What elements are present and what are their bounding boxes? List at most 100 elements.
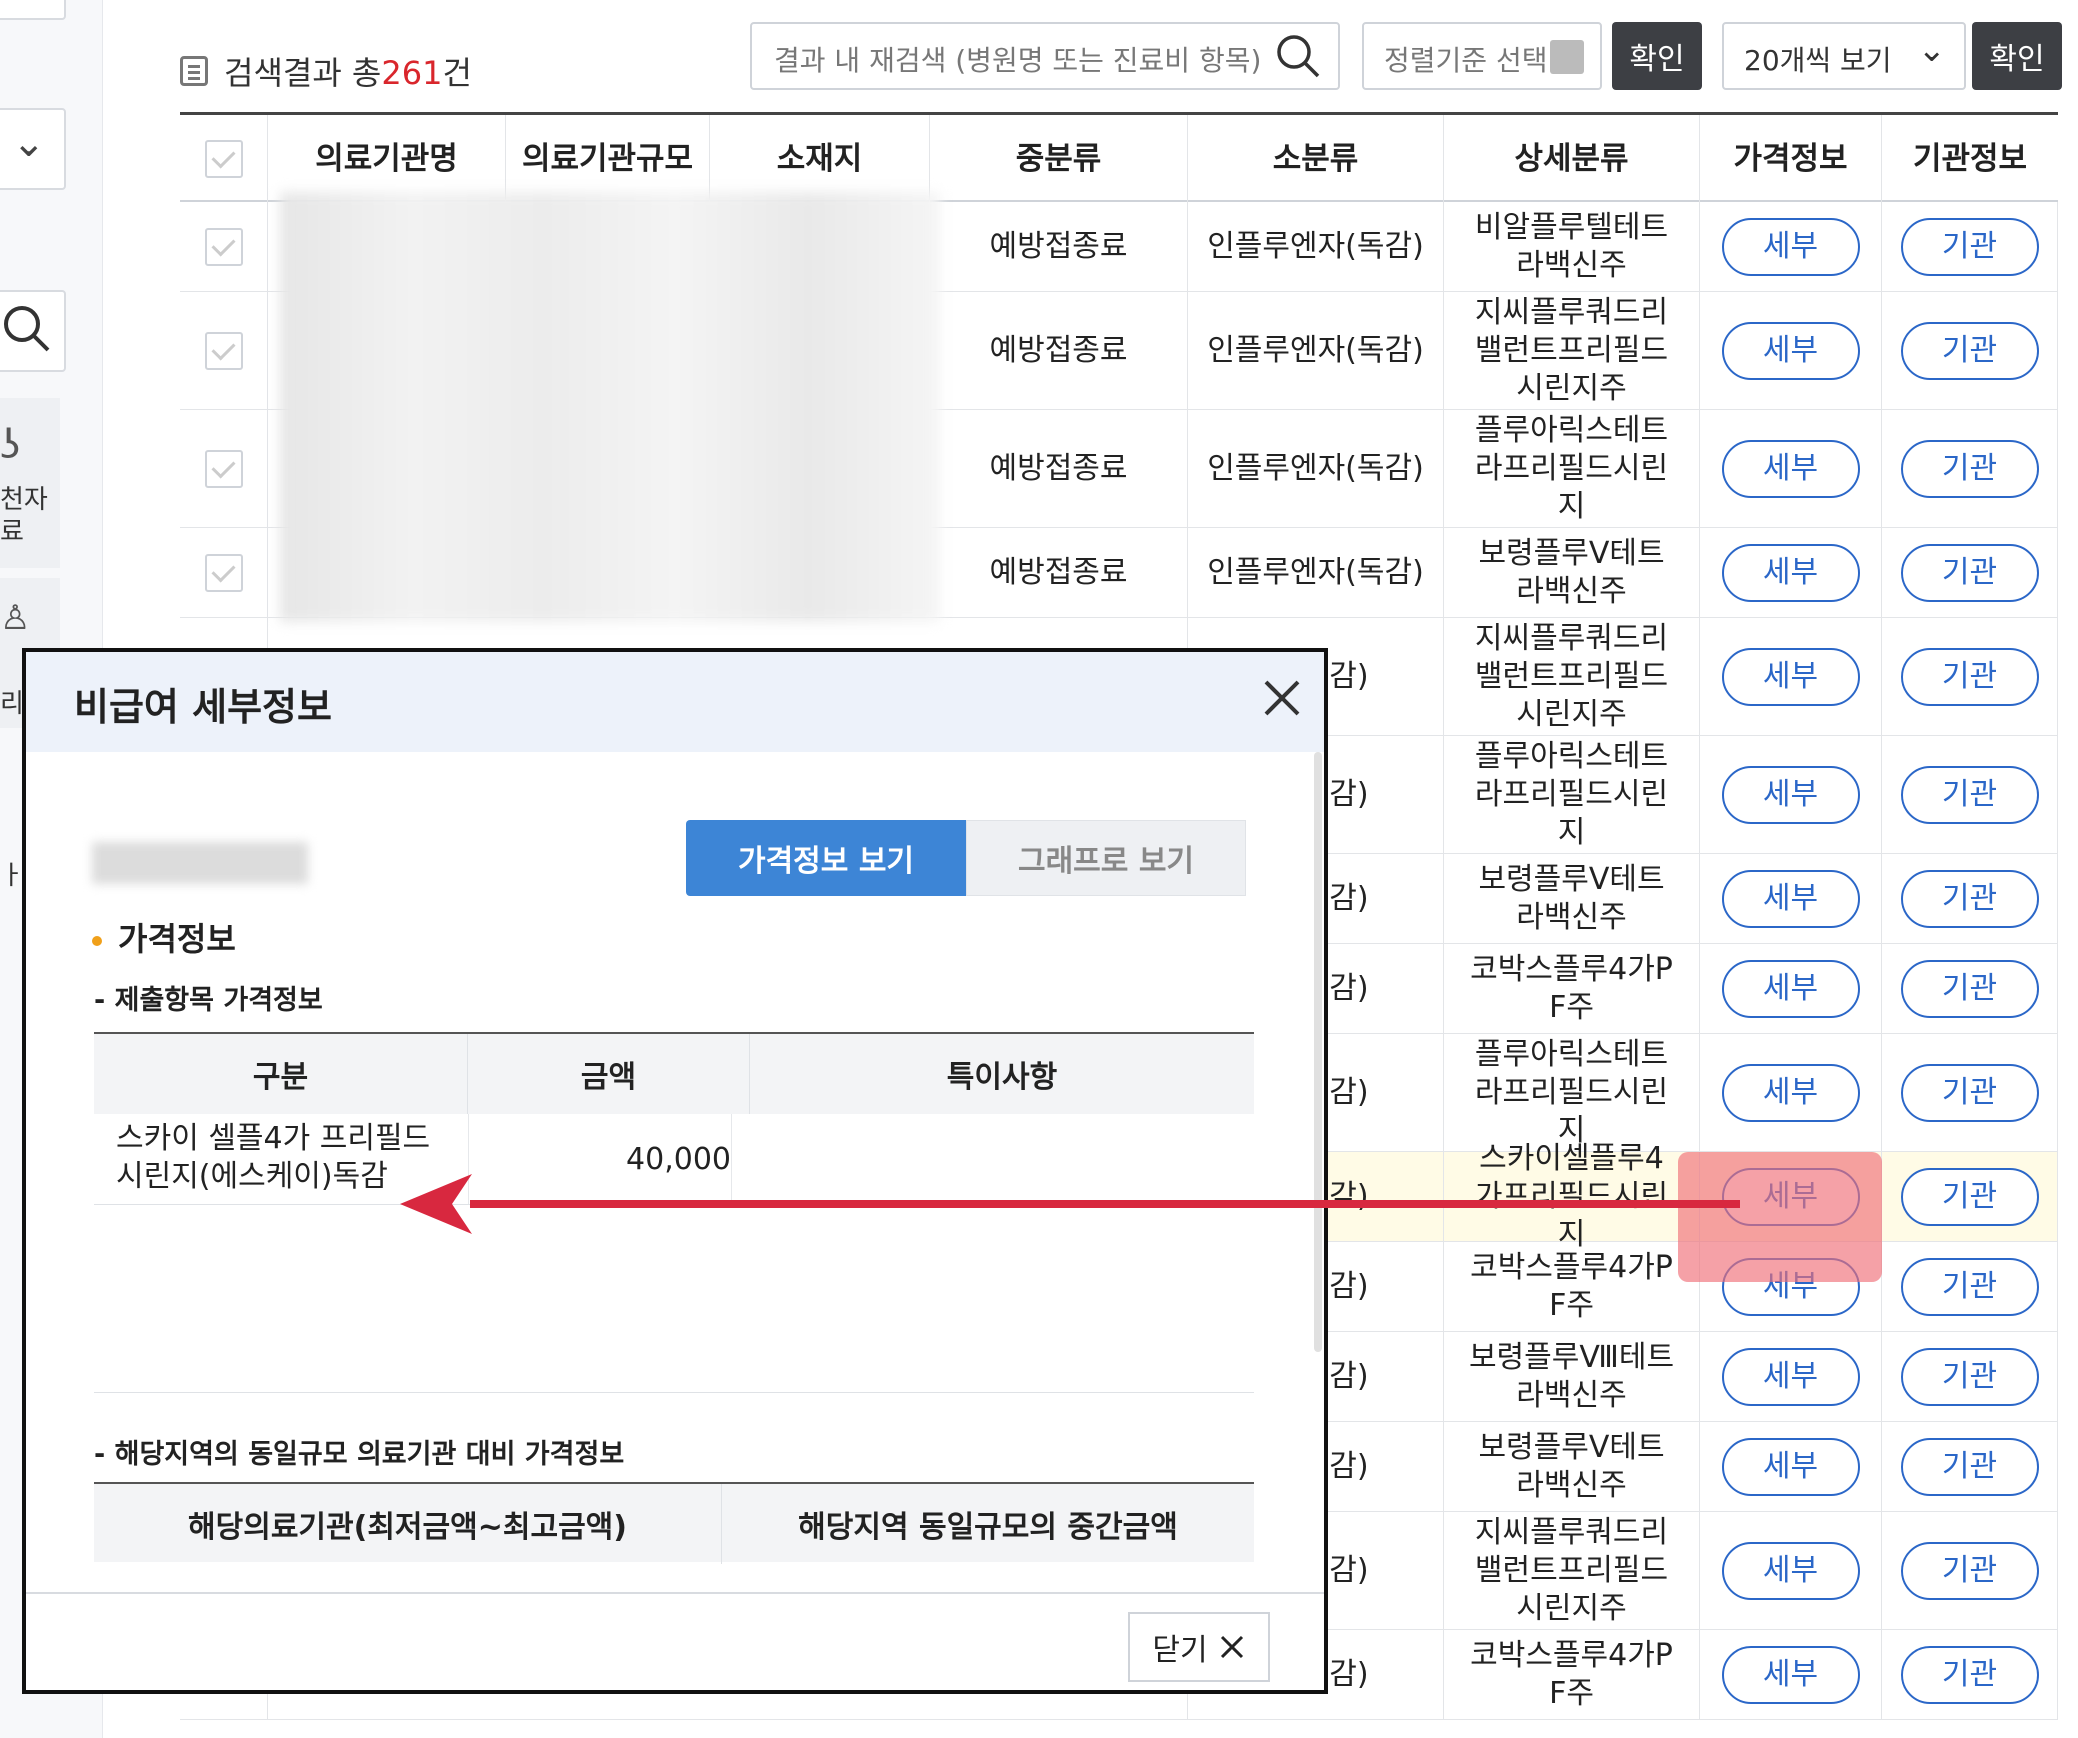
chevron-down-icon: ⌄ (1917, 30, 1947, 70)
org-info-button[interactable]: 기관 (1900, 869, 2039, 928)
sort-select[interactable]: 정렬기준 선택 (1362, 22, 1602, 90)
page-size-select[interactable]: 20개씩 보기 ⌄ (1722, 22, 1966, 90)
org-info-button[interactable]: 기관 (1900, 1167, 2039, 1226)
org-info-button-cell: 기관 (1882, 410, 2058, 527)
price-detail-button[interactable]: 세부 (1721, 543, 1860, 602)
bullet-icon (92, 936, 102, 946)
col-header[interactable]: 소분류 (1188, 115, 1444, 202)
org-info-button[interactable]: 기관 (1900, 1347, 2039, 1406)
org-info-button[interactable]: 기관 (1900, 1437, 2039, 1496)
item-price: 40,000 (468, 1114, 732, 1204)
org-info-button[interactable]: 기관 (1900, 439, 2039, 498)
cell-mid-category: 예방접종료 (930, 202, 1188, 291)
price-detail-button[interactable]: 세부 (1721, 765, 1860, 824)
tab-graph-view[interactable]: 그래프로 보기 (966, 820, 1246, 896)
price-detail-button[interactable]: 세부 (1721, 217, 1860, 276)
price-detail-button[interactable]: 세부 (1721, 1645, 1860, 1704)
row-checkbox[interactable] (204, 449, 243, 488)
sidebar-search-button[interactable] (0, 290, 66, 372)
close-label: 닫기 (1152, 1633, 1208, 1668)
price-detail-button[interactable]: 세부 (1721, 647, 1860, 706)
result-count: 261 (381, 54, 443, 92)
col-header[interactable]: 소재지 (710, 115, 930, 202)
col-header: 금액 (468, 1034, 750, 1114)
col-header[interactable]: 가격정보 (1700, 115, 1882, 202)
select-all-checkbox[interactable] (204, 139, 243, 178)
org-info-button[interactable]: 기관 (1900, 1541, 2039, 1600)
sidebar-category-1[interactable]: ʖ 천자 료 (0, 398, 60, 568)
sidebar-dropdown[interactable]: ⌄ (0, 108, 66, 190)
modal-footer-divider (26, 1592, 1324, 1594)
org-info-button[interactable]: 기관 (1900, 647, 2039, 706)
close-icon[interactable] (1258, 674, 1306, 722)
price-detail-button-cell: 세부 (1700, 1512, 1882, 1629)
row-checkbox[interactable] (204, 553, 243, 592)
price-detail-button-cell: 세부 (1700, 854, 1882, 943)
price-detail-button[interactable]: 세부 (1721, 1063, 1860, 1122)
cell-sub-category: 인플루엔자(독감) (1188, 410, 1444, 527)
cell-detail-category: 지씨플루쿼드리밸런트프리필드시린지주 (1444, 292, 1700, 409)
col-header[interactable]: 의료기관규모 (506, 115, 710, 202)
org-info-button[interactable]: 기관 (1900, 765, 2039, 824)
org-info-button[interactable]: 기관 (1900, 321, 2039, 380)
sidebar-label: 료 (0, 517, 24, 547)
org-info-button[interactable]: 기관 (1900, 959, 2039, 1018)
org-info-button-cell: 기관 (1882, 736, 2058, 853)
col-header: 해당의료기관(최저금액~최고금액) (94, 1484, 722, 1564)
org-info-button-cell: 기관 (1882, 618, 2058, 735)
modal-title: 비급여 세부정보 (74, 685, 332, 729)
org-info-button[interactable]: 기관 (1900, 1645, 2039, 1704)
cell-sub-category: 인플루엔자(독감) (1188, 528, 1444, 617)
price-detail-button[interactable]: 세부 (1721, 1437, 1860, 1496)
regional-table-header: 해당의료기관(최저금액~최고금액) 해당지역 동일규모의 중간금액 (94, 1482, 1254, 1564)
col-header[interactable]: 상세분류 (1444, 115, 1700, 202)
row-select-cell (180, 202, 268, 291)
search-icon[interactable] (1274, 32, 1322, 80)
price-detail-button[interactable]: 세부 (1721, 1347, 1860, 1406)
cell-detail-category: 보령플루Ⅷ테트라백신주 (1444, 1332, 1700, 1421)
org-info-button-cell: 기관 (1882, 944, 2058, 1033)
org-info-button-cell: 기관 (1882, 1332, 2058, 1421)
item-name: 스카이 셀플4가 프리필드 시린지(에스케이)독감 (116, 1121, 431, 1194)
sidebar-input[interactable] (0, 0, 66, 20)
col-header[interactable]: 기관정보 (1882, 115, 2058, 202)
price-detail-button[interactable]: 세부 (1721, 869, 1860, 928)
cell-detail-category: 보령플루V테트라백신주 (1444, 1422, 1700, 1511)
price-detail-button-cell: 세부 (1700, 1332, 1882, 1421)
modal-header: 비급여 세부정보 (26, 652, 1324, 752)
price-detail-button[interactable]: 세부 (1721, 321, 1860, 380)
col-header: 구분 (94, 1034, 468, 1114)
category-icon: ʖ (0, 422, 21, 468)
price-detail-button[interactable]: 세부 (1721, 439, 1860, 498)
close-button[interactable]: 닫기 (1128, 1612, 1270, 1682)
org-info-button[interactable]: 기관 (1900, 1257, 2039, 1316)
cell-detail-category: 스카이셀플루4가프리필드시린지 (1444, 1141, 1700, 1252)
select-all-cell (180, 115, 268, 202)
highlight-marker (1678, 1152, 1882, 1282)
page-size-confirm-button[interactable]: 확인 (1972, 22, 2062, 90)
sort-confirm-button[interactable]: 확인 (1612, 22, 1702, 90)
org-info-button-cell: 기관 (1882, 528, 2058, 617)
tab-price-info[interactable]: 가격정보 보기 (686, 820, 966, 896)
row-checkbox[interactable] (204, 227, 243, 266)
org-info-button-cell: 기관 (1882, 1034, 2058, 1151)
org-info-button[interactable]: 기관 (1900, 543, 2039, 602)
org-info-button[interactable]: 기관 (1900, 217, 2039, 276)
row-checkbox[interactable] (204, 331, 243, 370)
divider (94, 1392, 1254, 1393)
col-header[interactable]: 의료기관명 (268, 115, 506, 202)
cell-detail-category: 지씨플루쿼드리밸런트프리필드시린지주 (1444, 618, 1700, 735)
price-detail-button[interactable]: 세부 (1721, 959, 1860, 1018)
org-info-button-cell: 기관 (1882, 1630, 2058, 1719)
price-detail-button[interactable]: 세부 (1721, 1541, 1860, 1600)
org-info-button-cell: 기관 (1882, 1152, 2058, 1241)
price-detail-button-cell: 세부 (1700, 202, 1882, 291)
price-table-header: 구분 금액 특이사항 (94, 1032, 1254, 1114)
modal-scrollbar[interactable] (1314, 752, 1322, 1352)
col-header[interactable]: 중분류 (930, 115, 1188, 202)
org-info-button[interactable]: 기관 (1900, 1063, 2039, 1122)
cell-detail-category: 비알플루텔테트라백신주 (1444, 202, 1700, 291)
price-detail-button-cell: 세부 (1700, 618, 1882, 735)
result-count-title: 검색결과 총261건 (224, 54, 472, 92)
search-input[interactable]: 결과 내 재검색 (병원명 또는 진료비 항목) (750, 22, 1340, 90)
